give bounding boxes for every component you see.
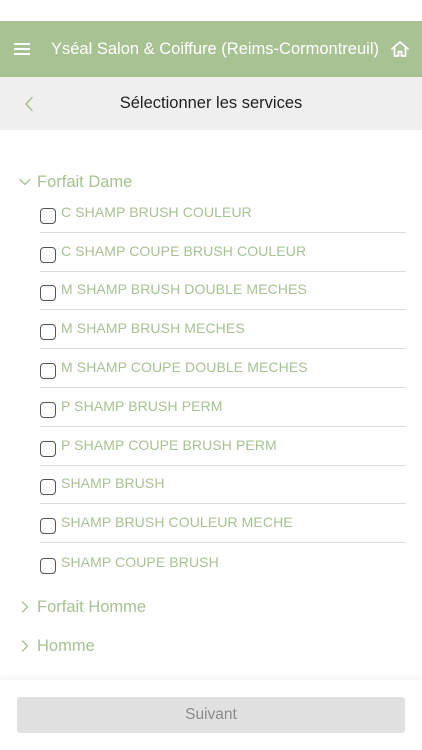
category-forfait-dame[interactable]: Forfait Dame <box>18 167 132 197</box>
app-bar: Yséal Salon & Coiffure (Reims-Cormontreu… <box>0 21 422 77</box>
chevron-right-icon <box>18 639 32 653</box>
home-button[interactable] <box>378 21 422 77</box>
back-button[interactable] <box>14 77 44 130</box>
service-checkbox[interactable] <box>40 557 56 574</box>
category-homme[interactable]: Homme <box>18 631 95 661</box>
next-button[interactable]: Suivant <box>17 697 405 733</box>
category-label: Forfait Dame <box>37 172 133 191</box>
service-checkbox[interactable] <box>40 207 56 224</box>
service-label: P SHAMP BRUSH PERM <box>61 397 223 414</box>
service-checkbox[interactable] <box>40 479 56 496</box>
service-item[interactable]: SHAMP BRUSH COULEUR MECHE <box>40 504 406 544</box>
service-checkbox[interactable] <box>40 285 56 302</box>
service-checkbox[interactable] <box>40 518 56 535</box>
footer: Suivant <box>0 680 422 750</box>
service-label: SHAMP BRUSH COULEUR MECHE <box>61 514 293 531</box>
service-checkbox[interactable] <box>40 246 56 263</box>
service-label: M SHAMP BRUSH DOUBLE MECHES <box>61 281 307 298</box>
sub-header: Sélectionner les services <box>0 77 422 130</box>
services-list: Forfait Dame C SHAMP BRUSH COULEUR C SHA… <box>0 130 422 680</box>
service-item[interactable]: SHAMP COUPE BRUSH <box>40 543 406 582</box>
service-label: C SHAMP BRUSH COULEUR <box>61 203 252 220</box>
app-title: Yséal Salon & Coiffure (Reims-Cormontreu… <box>51 39 378 58</box>
service-item[interactable]: M SHAMP BRUSH MECHES <box>40 310 406 350</box>
menu-button[interactable] <box>0 21 44 77</box>
service-label: P SHAMP COUPE BRUSH PERM <box>61 436 277 453</box>
chevron-down-icon <box>18 175 32 189</box>
hamburger-menu-icon <box>14 43 30 55</box>
service-label: M SHAMP COUPE DOUBLE MECHES <box>61 359 308 376</box>
service-checkbox[interactable] <box>40 440 56 457</box>
chevron-left-icon <box>25 96 33 111</box>
service-item[interactable]: C SHAMP BRUSH COULEUR <box>40 194 406 233</box>
chevron-right-icon <box>18 600 32 614</box>
service-label: SHAMP COUPE BRUSH <box>61 553 219 570</box>
service-item[interactable]: SHAMP BRUSH <box>40 466 406 505</box>
category-forfait-homme[interactable]: Forfait Homme <box>18 592 146 622</box>
service-item[interactable]: C SHAMP COUPE BRUSH COULEUR <box>40 233 406 272</box>
category-label: Homme <box>37 636 95 655</box>
home-icon <box>391 41 409 57</box>
service-label: M SHAMP BRUSH MECHES <box>61 320 245 337</box>
service-item[interactable]: P SHAMP BRUSH PERM <box>40 388 406 427</box>
service-label: C SHAMP COUPE BRUSH COULEUR <box>61 242 307 259</box>
page-title: Sélectionner les services <box>119 94 303 112</box>
category-label: Forfait Homme <box>37 597 147 616</box>
service-checkbox[interactable] <box>40 324 56 341</box>
service-list-forfait-dame: C SHAMP BRUSH COULEUR C SHAMP COUPE BRUS… <box>40 194 406 582</box>
status-bar <box>0 0 422 21</box>
service-item[interactable]: M SHAMP BRUSH DOUBLE MECHES <box>40 272 406 311</box>
service-checkbox[interactable] <box>40 401 56 418</box>
service-label: SHAMP BRUSH <box>61 475 165 492</box>
service-item[interactable]: M SHAMP COUPE DOUBLE MECHES <box>40 349 406 388</box>
service-item[interactable]: P SHAMP COUPE BRUSH PERM <box>40 427 406 466</box>
service-checkbox[interactable] <box>40 363 56 380</box>
